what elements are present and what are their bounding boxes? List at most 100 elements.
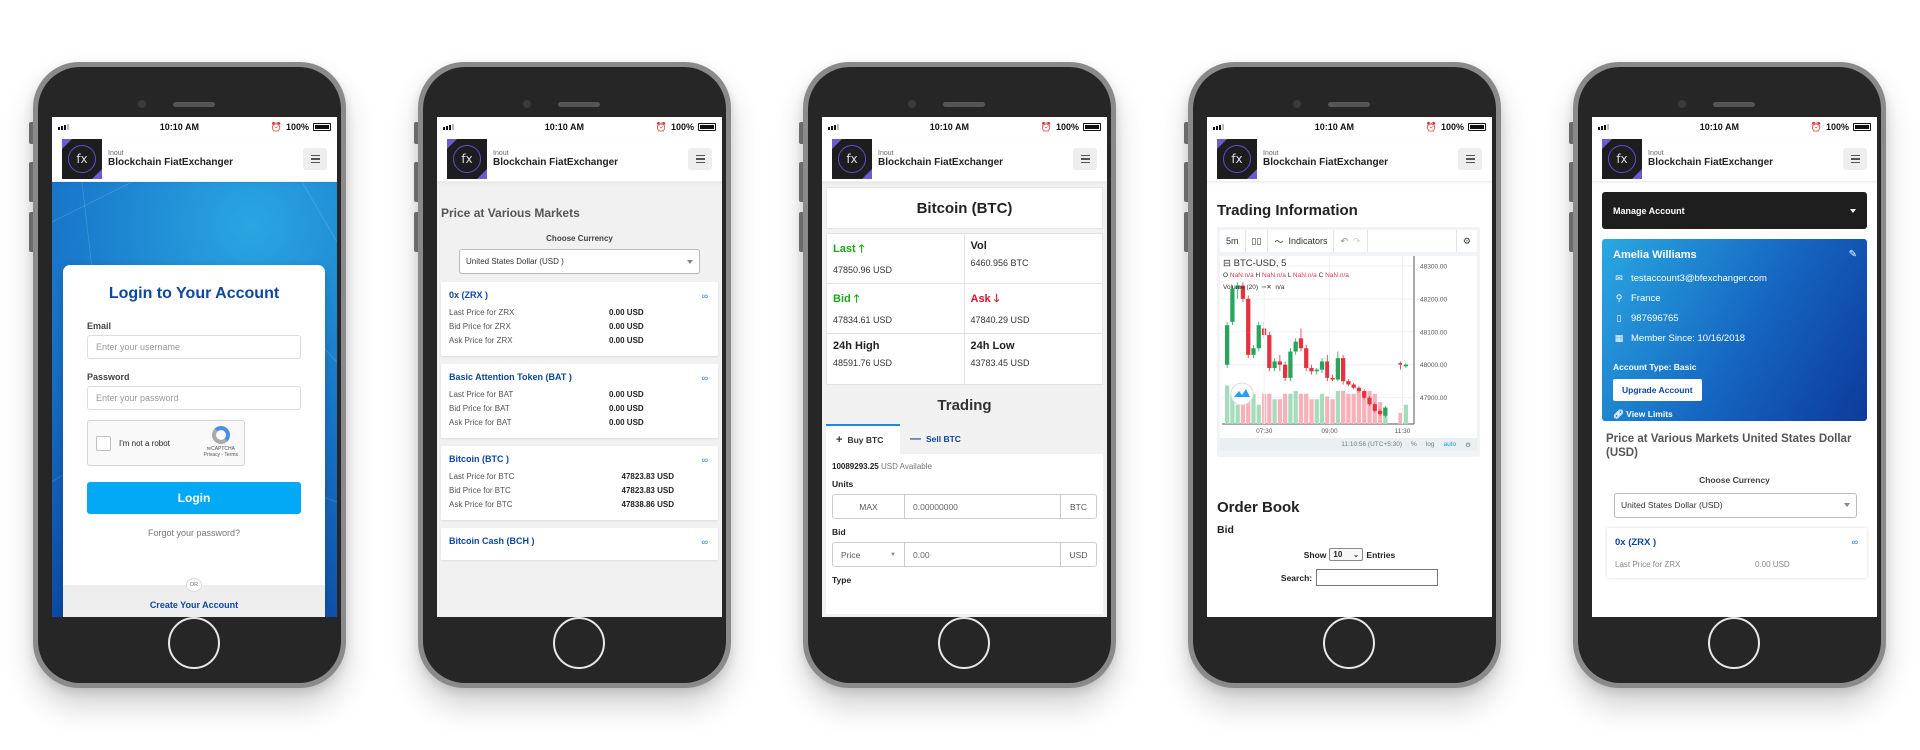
price-row: Bid Price for BAT 0.00 USD [449, 402, 710, 416]
brand-name: Blockchain FiatExchanger [108, 157, 234, 169]
tab-sell-btc[interactable]: — Sell BTC [900, 424, 971, 454]
market-card: 0x (ZRX ) ∞ Last Price for ZRX 0.00 USD … [441, 282, 718, 356]
interval-button[interactable]: 5m [1220, 230, 1246, 252]
log-toggle[interactable]: log [1426, 441, 1435, 448]
captcha-label: I'm not a robot [119, 438, 170, 448]
redo-icon[interactable]: ↷ [1353, 236, 1361, 247]
volume-bar [1325, 396, 1330, 424]
envelope-icon: ✉ [1615, 273, 1623, 283]
bid-input[interactable]: 0.00 [905, 543, 1060, 566]
account-markets-title: Price at Various Markets United States D… [1606, 433, 1852, 459]
hamburger-menu-button[interactable] [303, 148, 327, 170]
price-value: 0.00 USD [609, 336, 644, 345]
arrow-up-icon: 🡑 [853, 293, 860, 305]
logo[interactable]: fx [1602, 139, 1642, 179]
link-icon[interactable]: ∞ [702, 537, 708, 547]
home-button[interactable] [1323, 617, 1375, 669]
brand-subtitle: Inout [1648, 149, 1664, 157]
home-button[interactable] [168, 617, 220, 669]
price-value: 0.00 USD [609, 390, 644, 399]
volume-bar [1256, 404, 1261, 424]
volume-bar [1240, 404, 1246, 424]
indicators-button[interactable]: 〜 Indicators [1268, 230, 1335, 252]
recaptcha-icon [211, 426, 230, 444]
view-limits-link[interactable]: 🔗︎ View Limits [1613, 409, 1856, 420]
upgrade-account-button[interactable]: Upgrade Account [1613, 379, 1702, 401]
logo[interactable]: fx [1217, 139, 1257, 179]
markets-title: Price at Various Markets [441, 206, 580, 220]
hamburger-menu-button[interactable] [688, 148, 712, 170]
price-type-select[interactable]: Price ▼ [833, 543, 905, 566]
candle-body [1325, 361, 1330, 378]
candle-style-icon[interactable]: ▯▯ [1246, 230, 1269, 252]
screen: 10:10 AM ⏰ 100% fx Inout Blockchain FiatEx… [52, 117, 337, 617]
logo[interactable]: fx [832, 139, 872, 179]
chart-settings-icon[interactable]: ⚙ [1465, 441, 1471, 449]
phone-markets: 10:10 AM ⏰ 100% fx Inout Blockchain FiatEx… [414, 62, 731, 688]
manage-account-dropdown[interactable]: Manage Account [1602, 192, 1867, 229]
edit-icon[interactable]: ✎ [1849, 249, 1857, 260]
price-value: 47838.86 USD [621, 500, 674, 509]
chevron-down-icon: ⌄ [1352, 550, 1360, 559]
email-field[interactable]: Enter your username [87, 335, 301, 359]
stat-bid: Bid 🡑 47834.61 USD [827, 284, 965, 334]
max-button[interactable]: MAX [833, 495, 905, 518]
home-button[interactable] [553, 617, 605, 669]
auto-toggle[interactable]: auto [1444, 441, 1457, 448]
currency-select[interactable]: United States Dollar (USD) [1614, 492, 1857, 518]
link-icon[interactable]: ∞ [702, 455, 708, 465]
percent-toggle[interactable]: % [1411, 441, 1417, 448]
candle-body [1314, 369, 1319, 372]
units-input[interactable]: 0.00000000 [905, 495, 1060, 518]
forgot-password-link[interactable]: Forgot your password? [63, 528, 325, 538]
logo[interactable]: fx [447, 139, 487, 179]
currency-select[interactable]: United States Dollar (USD ) [459, 249, 700, 274]
bid-label: Bid [832, 527, 846, 537]
undo-redo: ↶ ↷ [1334, 230, 1368, 252]
volume-readout: Volume (20) ▫▫✕ n/a [1223, 284, 1285, 291]
status-time: 10:10 AM [1314, 122, 1354, 132]
create-account-link[interactable]: Create Your Account [63, 600, 325, 610]
captcha-links[interactable]: Privacy - Terms [204, 452, 238, 458]
login-button[interactable]: Login [87, 482, 301, 514]
link-icon[interactable]: ∞ [702, 373, 708, 383]
settings-gear-icon[interactable]: ⚙ [1455, 230, 1477, 252]
link-icon[interactable]: ∞ [1852, 537, 1858, 547]
undo-icon[interactable]: ↶ [1340, 236, 1348, 247]
profile-country: France [1631, 293, 1661, 304]
price-row: Ask Price for ZRX 0.00 USD [449, 334, 710, 348]
logo[interactable]: fx [62, 139, 102, 179]
hamburger-menu-button[interactable] [1073, 148, 1097, 170]
signal-icon [1213, 124, 1243, 130]
password-field[interactable]: Enter your password [87, 386, 301, 410]
candle-body [1403, 364, 1408, 367]
y-tick-label: 48100.00 [1420, 329, 1447, 336]
hamburger-menu-button[interactable] [1458, 148, 1482, 170]
y-tick-label: 47900.00 [1420, 395, 1447, 402]
price-value: 47823.83 USD [621, 472, 674, 481]
volume-bar [1277, 399, 1282, 424]
search-input[interactable] [1316, 569, 1439, 586]
price-label: Ask Price for BAT [449, 418, 512, 427]
volume-bar [1330, 399, 1335, 424]
chart-plot[interactable]: 48300.00 48200.00 48100.00 48000.00 47900.00… [1220, 256, 1477, 451]
status-bar: 10:10 AM ⏰ 100% [52, 117, 337, 137]
stat-value: 47840.29 USD [970, 315, 1030, 325]
entries-select[interactable]: 10 ⌄ [1329, 548, 1364, 561]
link-icon[interactable]: ∞ [702, 291, 708, 301]
alarm-icon: ⏰ [1040, 121, 1052, 132]
captcha-checkbox[interactable] [96, 435, 111, 451]
order-book-title: Order Book [1217, 499, 1300, 516]
price-label: Last Price for BAT [449, 390, 514, 399]
candle-body [1319, 361, 1325, 370]
battery-percent: 100% [670, 122, 694, 132]
candle-body [1293, 341, 1298, 352]
stat-value: 48591.76 USD [833, 358, 893, 368]
stat-vol: Vol 6460.956 BTC [964, 234, 1102, 284]
stat-value: 6460.956 BTC [970, 258, 1029, 268]
home-button[interactable] [1708, 617, 1760, 669]
price-row: Bid Price for BTC 47823.83 USD [449, 484, 710, 498]
home-button[interactable] [938, 617, 990, 669]
tab-buy-btc[interactable]: + Buy BTC [826, 424, 900, 454]
hamburger-menu-button[interactable] [1843, 148, 1867, 170]
